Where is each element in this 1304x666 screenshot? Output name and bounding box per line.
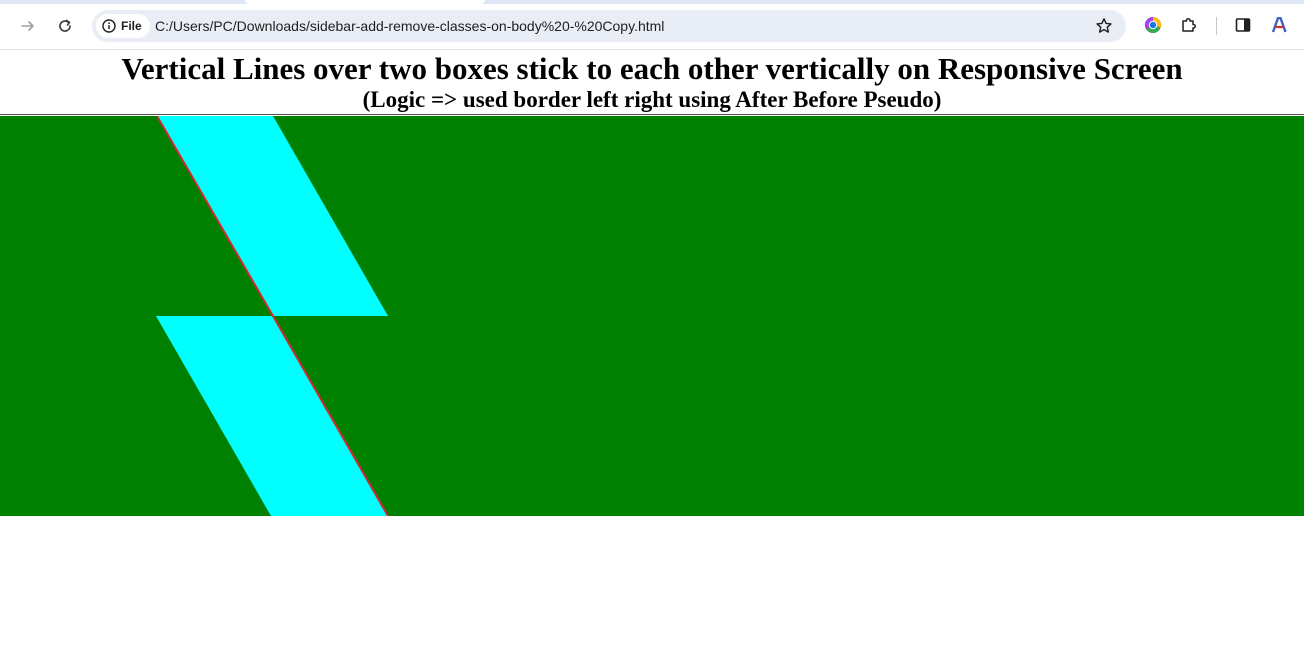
boxes-container [0,116,1304,516]
side-panel-icon [1235,18,1251,32]
profile-button[interactable] [1142,14,1164,36]
reload-button[interactable] [51,12,79,40]
chrome-profile-icon [1144,16,1161,33]
page-title: Vertical Lines over two boxes stick to e… [121,51,1183,86]
page-content: Vertical Lines over two boxes stick to e… [0,50,1304,666]
reload-icon [59,19,71,32]
forward-arrow-icon [21,21,34,31]
browser-toolbar: File C:/Users/PC/Downloads/sidebar-add-r… [0,0,1304,50]
extensions-icon [1182,18,1196,32]
heading-block: Vertical Lines over two boxes stick to e… [0,50,1304,115]
active-tab-edge [245,0,485,4]
extensions-button[interactable] [1178,14,1200,36]
font-a-icon [1271,17,1287,33]
font-extension-button[interactable] [1268,14,1290,36]
star-icon [1096,18,1112,33]
toolbar-divider [1216,17,1217,35]
page-subtitle: (Logic => used border left right using A… [362,87,942,112]
site-info-chip[interactable]: File [96,14,150,38]
site-chip-label: File [121,19,142,33]
shapes-canvas [0,116,1304,516]
bookmark-star-button[interactable] [1094,16,1114,36]
info-icon [102,19,116,33]
url-text[interactable]: C:/Users/PC/Downloads/sidebar-add-remove… [155,18,664,34]
address-bar[interactable]: File C:/Users/PC/Downloads/sidebar-add-r… [92,10,1126,42]
tab-strip [0,0,1304,4]
forward-button[interactable] [14,12,42,40]
side-panel-button[interactable] [1232,14,1254,36]
